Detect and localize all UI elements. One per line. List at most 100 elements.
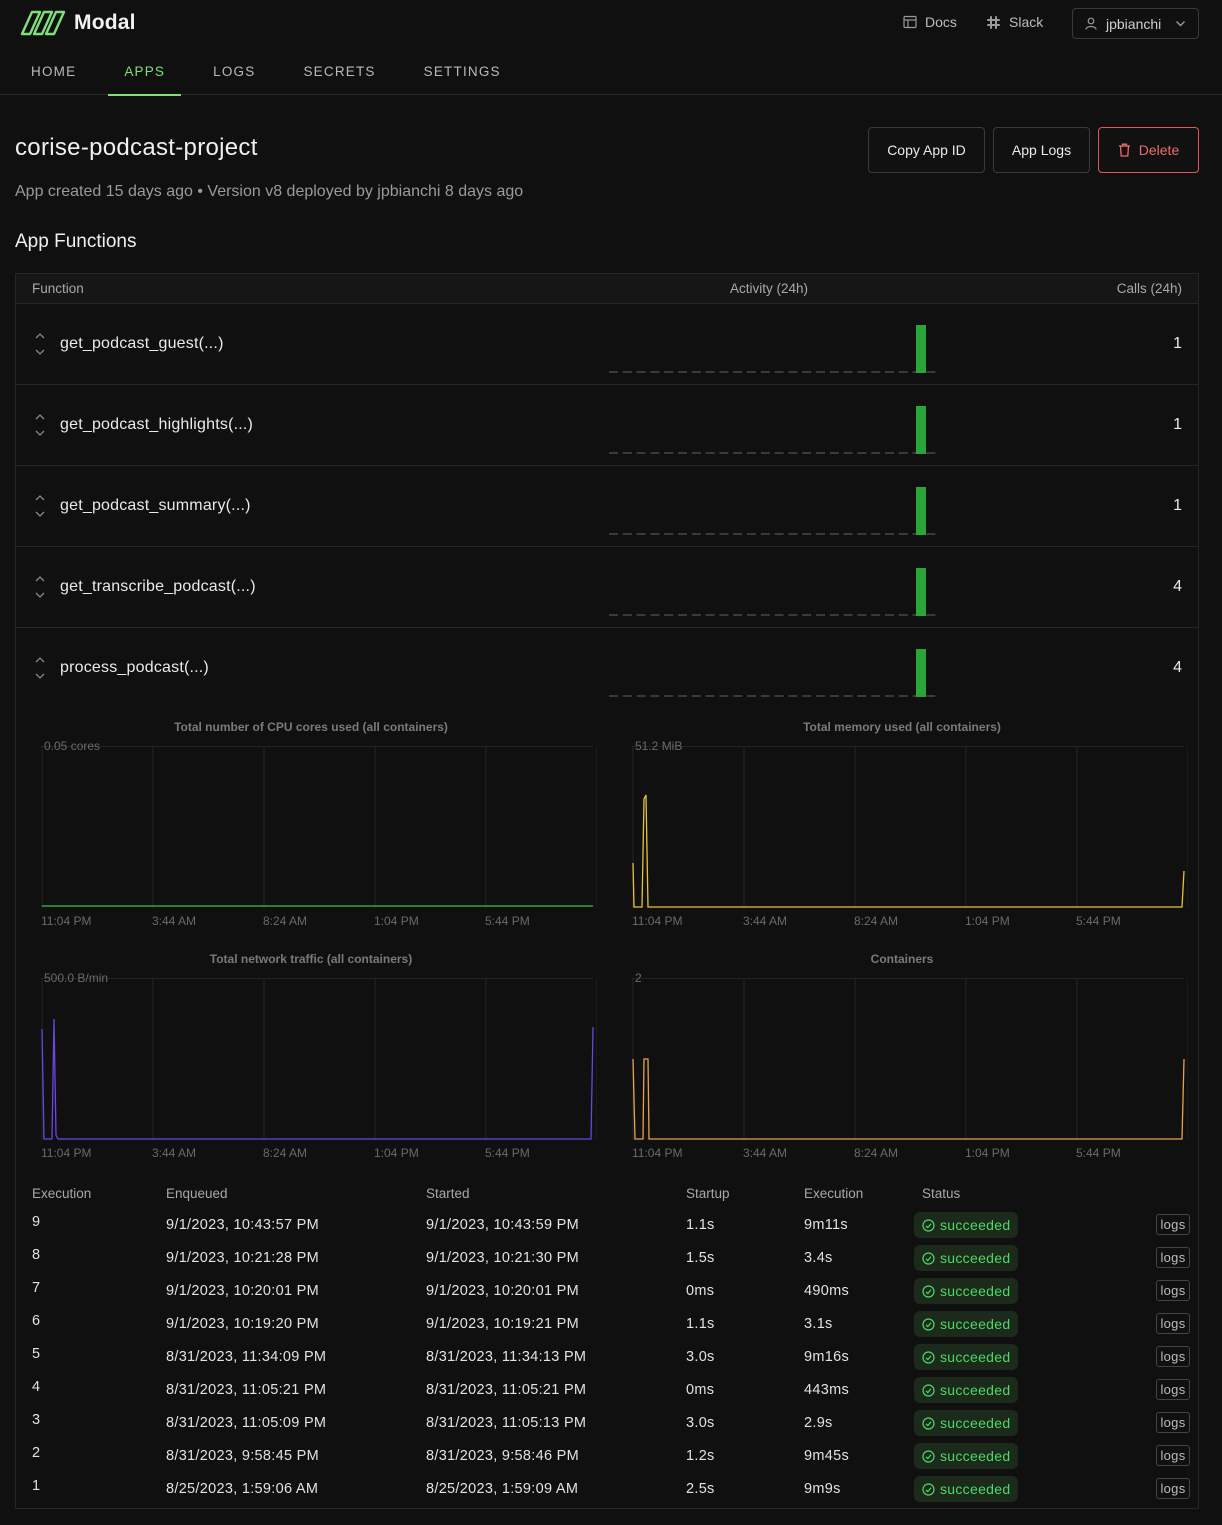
- copy-app-id-button[interactable]: Copy App ID: [868, 127, 985, 173]
- activity-bucket: [885, 533, 894, 535]
- function-name[interactable]: get_podcast_summary(...): [60, 497, 251, 515]
- execution-row[interactable]: 2 8/31/2023, 9:58:45 PM 8/31/2023, 9:58:46…: [16, 1440, 1198, 1473]
- logs-button[interactable]: logs: [1156, 1379, 1190, 1400]
- activity-bucket: [774, 614, 784, 616]
- docs-link[interactable]: Docs: [903, 14, 957, 30]
- activity-bucket: [691, 695, 701, 697]
- activity-bucket: [898, 533, 908, 535]
- activity-bucket: [871, 695, 881, 697]
- tab-secrets[interactable]: SECRETS: [287, 48, 391, 95]
- function-row[interactable]: get_podcast_highlights(...) 1: [16, 385, 1198, 466]
- activity-bucket: [705, 452, 715, 454]
- execution-row[interactable]: 7 9/1/2023, 10:20:01 PM 9/1/2023, 10:20:01…: [16, 1275, 1198, 1308]
- activity-bucket: [926, 452, 936, 454]
- activity-bucket: [829, 533, 839, 535]
- function-row[interactable]: get_podcast_summary(...) 1: [16, 466, 1198, 547]
- function-row[interactable]: process_podcast(...) 4: [16, 628, 1198, 709]
- check-circle-icon: [922, 1449, 935, 1463]
- expand-toggle-icon[interactable]: [34, 494, 46, 518]
- function-name[interactable]: get_podcast_guest(...): [60, 335, 224, 353]
- x-tick-label: 3:44 AM: [743, 914, 788, 928]
- expand-toggle-icon[interactable]: [34, 575, 46, 599]
- execution-id: 9: [32, 1214, 41, 1230]
- activity-bucket: [733, 371, 743, 373]
- activity-bar: [916, 487, 926, 535]
- execution-row[interactable]: 9 9/1/2023, 10:43:57 PM 9/1/2023, 10:43:59…: [16, 1209, 1198, 1242]
- logs-button[interactable]: logs: [1156, 1412, 1190, 1433]
- activity-bucket: [622, 614, 632, 616]
- check-circle-icon: [922, 1284, 935, 1298]
- execution-row[interactable]: 1 8/25/2023, 1:59:06 AM 8/25/2023, 1:59:09…: [16, 1473, 1198, 1506]
- enqueued-time: 8/25/2023, 1:59:06 AM: [166, 1481, 319, 1497]
- logs-button[interactable]: logs: [1156, 1313, 1190, 1334]
- startup-time: 2.5s: [686, 1481, 715, 1497]
- activity-bucket: [664, 533, 674, 535]
- check-circle-icon: [922, 1251, 935, 1265]
- docs-label: Docs: [925, 14, 957, 30]
- execution-id: 7: [32, 1280, 41, 1296]
- function-name[interactable]: get_podcast_highlights(...): [60, 416, 253, 434]
- activity-bucket: [816, 371, 825, 373]
- activity-bucket: [816, 695, 825, 697]
- activity-bucket: [609, 371, 618, 373]
- function-row[interactable]: get_podcast_guest(...) 1: [16, 304, 1198, 385]
- startup-time: 1.2s: [686, 1448, 715, 1464]
- activity-sparkline: [609, 649, 936, 697]
- status-label: succeeded: [940, 1481, 1011, 1497]
- activity-bucket: [664, 614, 674, 616]
- execution-row[interactable]: 3 8/31/2023, 11:05:09 PM 8/31/2023, 11:05:…: [16, 1407, 1198, 1440]
- logs-button[interactable]: logs: [1156, 1280, 1190, 1301]
- activity-bucket: [774, 452, 784, 454]
- logs-button[interactable]: logs: [1156, 1445, 1190, 1466]
- header-calls: Calls (24h): [1116, 281, 1182, 296]
- activity-bucket: [760, 695, 770, 697]
- started-time: 9/1/2023, 10:21:30 PM: [426, 1250, 580, 1266]
- logs-button[interactable]: logs: [1156, 1214, 1190, 1235]
- function-name[interactable]: process_podcast(...): [60, 659, 209, 677]
- tab-logs[interactable]: LOGS: [197, 48, 271, 95]
- execution-time: 9m16s: [804, 1349, 850, 1365]
- main-nav: HOME APPS LOGS SECRETS SETTINGS: [15, 48, 533, 96]
- execution-row[interactable]: 6 9/1/2023, 10:19:20 PM 9/1/2023, 10:19:21…: [16, 1308, 1198, 1341]
- chart-series-containers: [632, 1058, 1185, 1140]
- activity-bucket: [802, 371, 812, 373]
- modal-logo[interactable]: Modal: [20, 10, 136, 36]
- execution-row[interactable]: 5 8/31/2023, 11:34:09 PM 8/31/2023, 11:34:…: [16, 1341, 1198, 1374]
- chart-cpu: [41, 746, 597, 908]
- activity-bucket: [678, 533, 687, 535]
- tab-settings[interactable]: SETTINGS: [408, 48, 517, 95]
- x-tick-label: 3:44 AM: [743, 1146, 788, 1160]
- activity-bucket: [691, 533, 701, 535]
- expand-toggle-icon[interactable]: [34, 656, 46, 680]
- logs-button[interactable]: logs: [1156, 1346, 1190, 1367]
- activity-bucket: [898, 371, 908, 373]
- activity-bucket: [788, 371, 798, 373]
- activity-bucket: [678, 371, 687, 373]
- expand-toggle-icon[interactable]: [34, 413, 46, 437]
- execution-row[interactable]: 4 8/31/2023, 11:05:21 PM 8/31/2023, 11:05:…: [16, 1374, 1198, 1407]
- status-badge: succeeded: [914, 1344, 1019, 1370]
- expand-toggle-icon[interactable]: [34, 332, 46, 356]
- execution-time: 9m11s: [804, 1217, 848, 1233]
- activity-bucket: [622, 452, 632, 454]
- x-tick-label: 8:24 AM: [854, 1146, 899, 1160]
- app-logs-button[interactable]: App Logs: [993, 127, 1090, 173]
- activity-bucket: [691, 614, 701, 616]
- started-time: 9/1/2023, 10:43:59 PM: [426, 1217, 580, 1233]
- startup-time: 1.5s: [686, 1250, 715, 1266]
- logs-button[interactable]: logs: [1156, 1478, 1190, 1499]
- function-row[interactable]: get_transcribe_podcast(...) 4: [16, 547, 1198, 628]
- tab-home[interactable]: HOME: [15, 48, 92, 95]
- function-name[interactable]: get_transcribe_podcast(...): [60, 578, 256, 596]
- functions-table-header: Function Activity (24h) Calls (24h): [16, 274, 1198, 304]
- slack-link[interactable]: Slack: [986, 14, 1043, 30]
- activity-bucket: [760, 614, 770, 616]
- user-menu-button[interactable]: jpbianchi: [1072, 8, 1199, 39]
- activity-bucket: [926, 614, 936, 616]
- delete-button[interactable]: Delete: [1098, 127, 1199, 173]
- enqueued-time: 8/31/2023, 11:34:09 PM: [166, 1349, 327, 1365]
- tab-apps[interactable]: APPS: [108, 48, 181, 96]
- logs-button[interactable]: logs: [1156, 1247, 1190, 1268]
- activity-bucket: [664, 695, 674, 697]
- execution-row[interactable]: 8 9/1/2023, 10:21:28 PM 9/1/2023, 10:21:30…: [16, 1242, 1198, 1275]
